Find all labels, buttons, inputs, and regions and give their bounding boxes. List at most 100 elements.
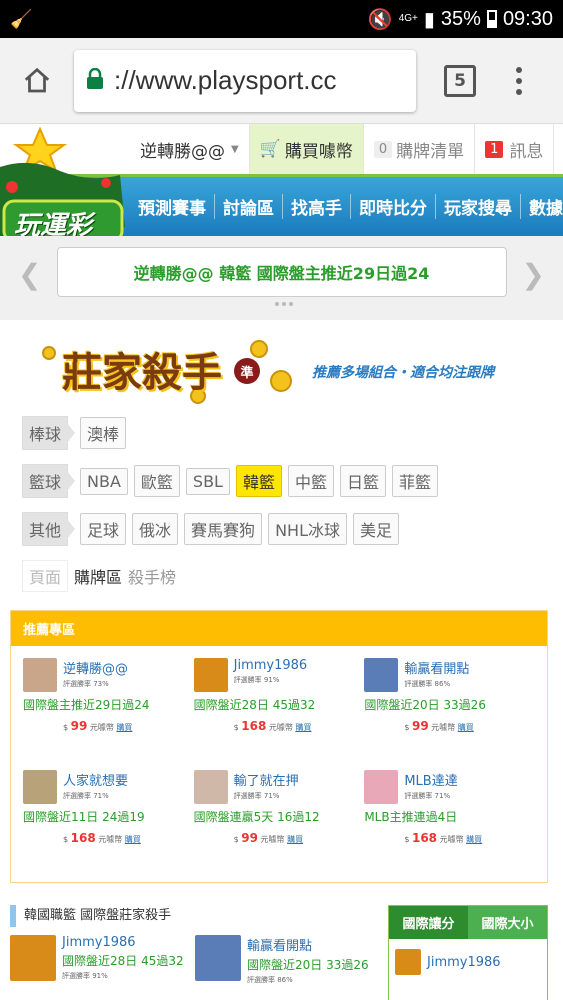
price-line: $ 168 元噱幣 購買 [194, 719, 365, 733]
battery-percent: 35% [440, 7, 481, 30]
nav-predict[interactable]: 預測賽事 [130, 194, 215, 219]
recommend-card[interactable]: 逆轉勝@@ 評選勝率 73% 國際盤主推近29日過24 $ 99 元噱幣 購買 [23, 658, 194, 770]
nav-experts[interactable]: 找高手 [283, 194, 351, 219]
side-row[interactable]: Jimmy1986 [389, 939, 547, 985]
browser-toolbar: ://www.playsport.cc 5 [0, 38, 563, 124]
category-tag[interactable]: SBL [185, 467, 230, 495]
avatar [10, 935, 56, 981]
section-card[interactable]: 輸贏看開點 國際盤近20日 33過26 評選勝率 86% [195, 935, 380, 1000]
buy-link[interactable]: 購買 [287, 835, 303, 844]
category-tag[interactable]: NHL冰球 [268, 513, 347, 545]
expert-name[interactable]: 逆轉勝@@ [63, 658, 128, 677]
price-value: 168 [411, 831, 438, 845]
category-tag[interactable]: 歐籃 [133, 465, 180, 497]
purchase-list-link[interactable]: 0 購牌清單 [364, 124, 476, 174]
expert-name[interactable]: 輸贏看開點 [404, 658, 469, 677]
nav-data[interactable]: 數據 [521, 194, 563, 219]
card-header: 逆轉勝@@ 評選勝率 73% [23, 658, 194, 692]
home-icon[interactable] [0, 66, 74, 96]
mute-icon: 🔇 [367, 8, 393, 31]
card-info: 人家就想要 評選勝率 71% [63, 770, 128, 804]
recommend-card[interactable]: 輸贏看開點 評選勝率 86% 國際盤近20日 33過26 $ 99 元噱幣 購買 [364, 658, 535, 770]
card-info: 逆轉勝@@ 評選勝率 73% [63, 658, 128, 692]
buy-link[interactable]: 購買 [116, 723, 132, 732]
recommend-card[interactable]: 輸了就在押 評選勝率 71% 國際盤連贏5天 16過12 $ 99 元噱幣 購買 [193, 770, 365, 882]
buy-link[interactable]: 購買 [466, 835, 482, 844]
win-rate: 評選勝率 86% [404, 680, 451, 688]
card-info: MLB達達評選勝率 71% [404, 770, 457, 804]
address-bar[interactable]: ://www.playsport.cc [74, 49, 416, 112]
record-text: 國際盤近28日 45過32 [62, 954, 184, 968]
site-logo[interactable]: 玩運彩 [0, 126, 130, 247]
buy-link[interactable]: 購買 [295, 723, 311, 732]
messages-link[interactable]: 1 訊息 [475, 124, 555, 174]
buy-link[interactable]: 購買 [125, 835, 141, 844]
category-tag[interactable]: 菲籃 [392, 465, 439, 497]
expert-name[interactable]: Jimmy1986 [62, 935, 184, 950]
overflow-menu-icon[interactable] [516, 66, 522, 95]
chevron-down-icon: ▼ [231, 143, 239, 155]
record-text: 國際盤近20日 33過26 [364, 698, 486, 712]
price-line: $ 168 元噱幣 購買 [364, 831, 535, 845]
list-label: 購牌清單 [396, 141, 465, 162]
recommend-card[interactable]: 人家就想要 評選勝率 71% 國際盤近11日 24過19 $ 168 元噱幣 購買 [23, 770, 194, 882]
card-info: 輸了就在押 評選勝率 71% [234, 770, 299, 804]
category-tag[interactable]: 俄冰 [132, 513, 179, 545]
section-title: 韓國職籃 國際盤莊家殺手 [10, 905, 380, 927]
expert-name[interactable]: MLB達達 [404, 770, 457, 789]
banner-slogan: 推薦多場組合・適合均注跟牌 [312, 365, 494, 381]
price-unit: 元噱幣 [428, 723, 458, 732]
page-current[interactable]: 購牌區 [74, 564, 122, 588]
expert-name[interactable]: Jimmy1986 [234, 658, 308, 673]
expert-name[interactable]: 人家就想要 [63, 770, 128, 789]
category-tag[interactable]: 賽馬賽狗 [184, 513, 263, 545]
recommend-card[interactable]: MLB達達 評選勝率 71% MLB主推連過4日 $ 168 元噱幣 購買 [364, 770, 535, 882]
nav-live-score[interactable]: 即時比分 [351, 194, 436, 219]
chevron-right-icon[interactable]: ❯ [522, 258, 545, 291]
category-head: 其他 [22, 512, 76, 546]
price-prefix: $ [404, 835, 412, 844]
expert-name[interactable]: 輸了就在押 [234, 770, 299, 789]
user-menu[interactable]: 逆轉勝@@ ▼ [130, 124, 250, 174]
record-text: 國際盤近28日 45過32 [193, 698, 316, 712]
win-rate: 評選勝率 71% [404, 792, 451, 800]
buy-link[interactable]: 購買 [458, 723, 474, 732]
card-header: Jimmy1986 評選勝率 91% [193, 658, 365, 692]
price-value: 99 [241, 831, 258, 845]
nav-player-search[interactable]: 玩家搜尋 [436, 194, 521, 219]
price-unit: 元噱幣 [95, 835, 125, 844]
page-head: 頁面 [22, 560, 69, 592]
main-nav: 玩運彩 預測賽事 討論區 找高手 即時比分 玩家搜尋 數據 [0, 126, 563, 243]
nav-forum[interactable]: 討論區 [215, 194, 283, 219]
banner-badge: 準 [234, 358, 260, 384]
record-text: 國際盤連贏5天 16過12 [193, 810, 320, 824]
card-info: Jimmy1986 評選勝率 91% [234, 658, 308, 692]
category-tag[interactable]: 足球 [80, 513, 127, 545]
category-tag[interactable]: 中籃 [287, 465, 334, 497]
card-header: 輸了就在押 評選勝率 71% [193, 770, 365, 804]
category-head: 籃球 [22, 464, 76, 498]
coin-icon [42, 346, 56, 360]
section-card[interactable]: Jimmy1986 國際盤近28日 45過32 評選勝率 91% [10, 935, 195, 1000]
category-tag[interactable]: 日籃 [340, 465, 387, 497]
category-tag[interactable]: NBA [80, 467, 128, 495]
tab-handicap[interactable]: 國際讓分 [389, 906, 468, 939]
tab-switcher-button[interactable]: 5 [444, 64, 476, 97]
recommend-card[interactable]: Jimmy1986 評選勝率 91% 國際盤近28日 45過32 $ 168 元噱幣 … [193, 658, 365, 770]
buy-coins-button[interactable]: 🛒 購買噱幣 [249, 124, 364, 174]
chevron-left-icon[interactable]: ❮ [18, 258, 41, 291]
recommend-title: 推薦專區 [11, 611, 547, 646]
category-tag-active[interactable]: 韓籃 [235, 465, 282, 497]
category-tag[interactable]: 美足 [352, 513, 399, 545]
carousel-item[interactable]: 逆轉勝@@ 韓籃 國際盤主推近29日過24 [56, 247, 507, 297]
avatar [193, 658, 228, 692]
price-prefix: $ [63, 835, 71, 844]
section-grid: Jimmy1986 國際盤近28日 45過32 評選勝率 91% 輸贏看開點 國際盤近2… [10, 935, 380, 1000]
avatar [23, 658, 57, 692]
expert-name[interactable]: 輸贏看開點 [247, 935, 369, 954]
page-other[interactable]: 殺手榜 [128, 564, 176, 588]
battery-icon [486, 10, 497, 28]
category-tag[interactable]: 澳棒 [80, 417, 127, 449]
carousel-dots [275, 302, 293, 306]
tab-over-under[interactable]: 國際大小 [468, 906, 547, 939]
